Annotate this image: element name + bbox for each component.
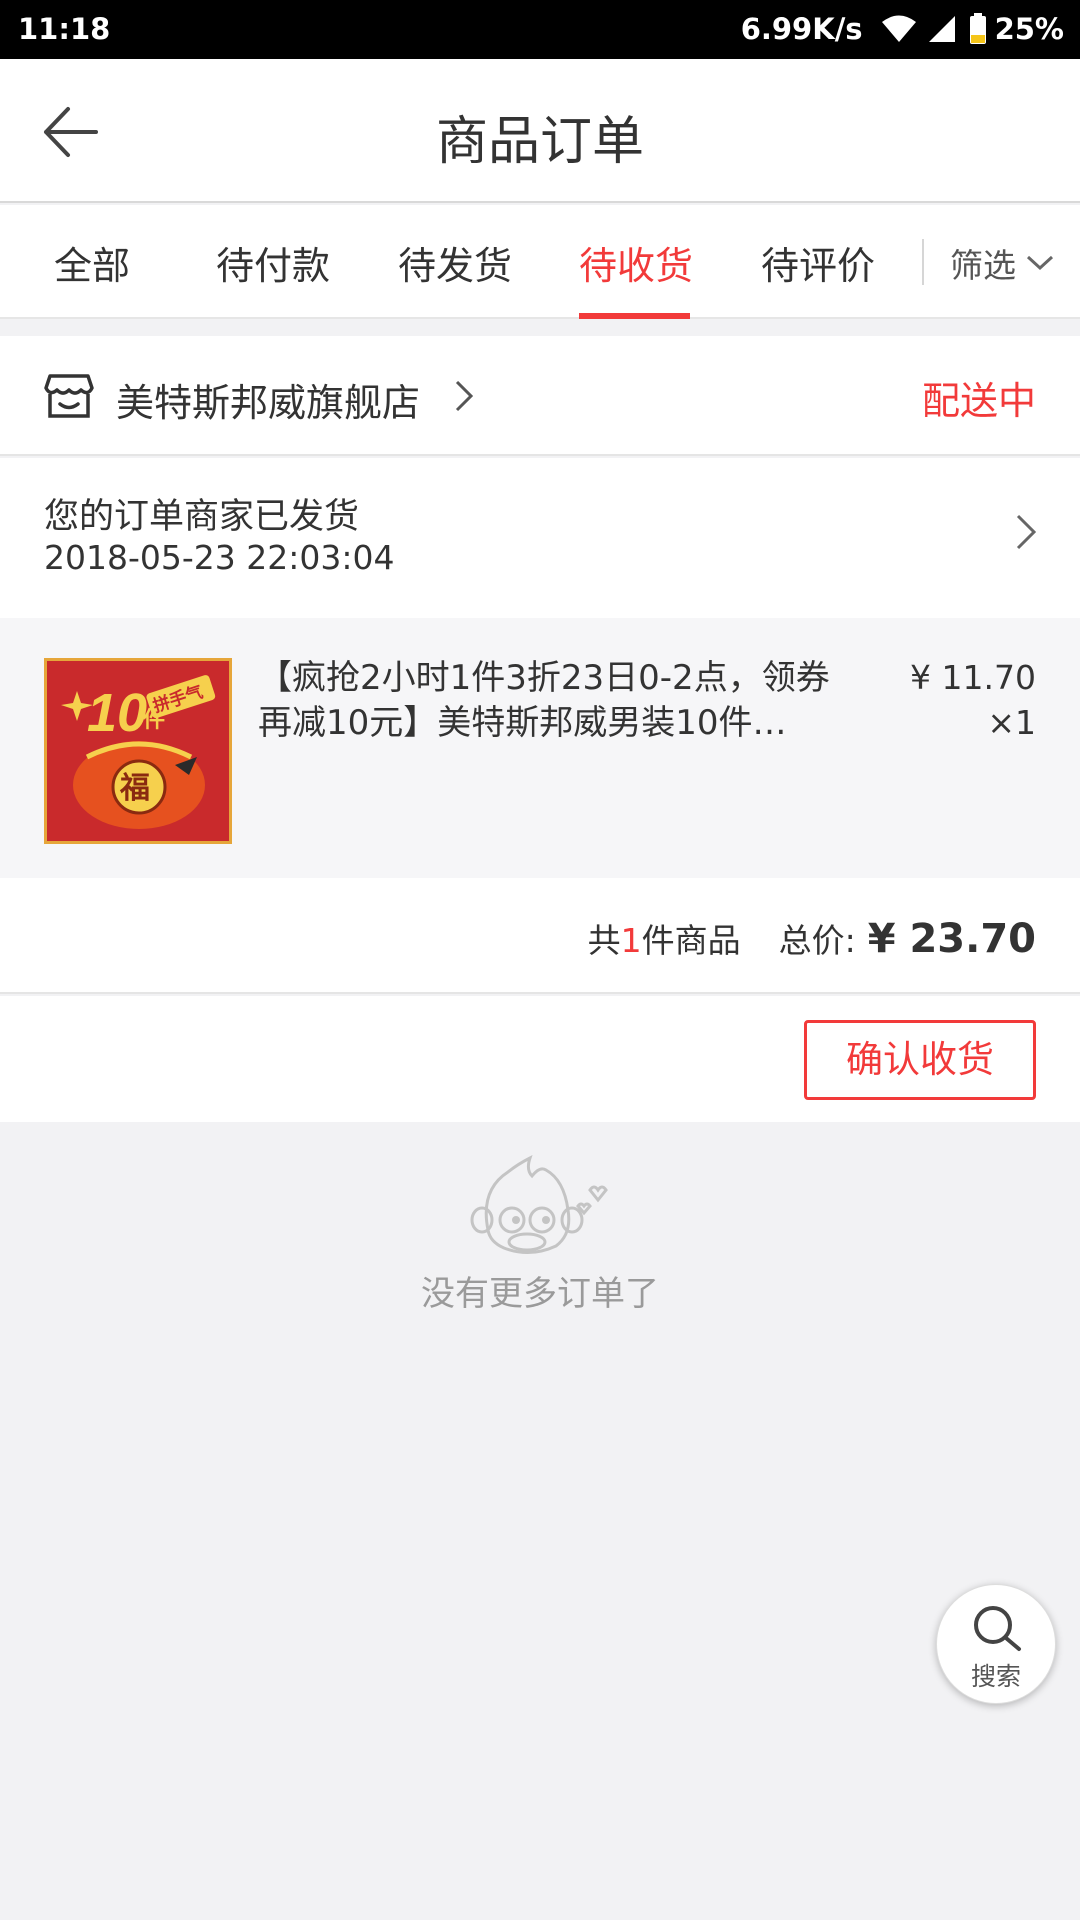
status-bar: 11:18 6.99K/s 25% <box>0 0 1080 59</box>
filter-button[interactable]: 筛选 <box>950 239 1054 287</box>
order-item[interactable]: 10 件 拼手气 福 【疯抢2小时1件3折23日0-2点，领券再减10元】美特斯… <box>0 618 1080 878</box>
item-count-prefix: 共 <box>587 921 621 960</box>
search-fab[interactable]: 搜索 <box>936 1584 1056 1704</box>
confirm-receipt-button[interactable]: 确认收货 <box>804 1020 1036 1100</box>
active-tab-indicator <box>579 313 690 319</box>
network-speed: 6.99K/s <box>740 12 863 46</box>
order-total-row: 共 1 件商品 总价: ¥ 23.70 <box>0 878 1080 994</box>
product-thumbnail: 10 件 拼手气 福 <box>44 658 232 844</box>
chevron-right-icon <box>1016 514 1036 550</box>
page-title: 商品订单 <box>435 112 644 172</box>
shipping-info-row[interactable]: 您的订单商家已发货 2018-05-23 22:03:04 <box>0 458 1080 618</box>
total-amount: ¥ 23.70 <box>867 916 1036 962</box>
tab-pending-receipt[interactable]: 待收货 <box>579 235 693 290</box>
search-fab-label: 搜索 <box>970 1662 1021 1691</box>
order-actions: 确认收货 <box>0 996 1080 1122</box>
item-count-suffix: 件商品 <box>641 921 741 960</box>
tab-pending-review[interactable]: 待评价 <box>761 235 875 290</box>
chevron-down-icon <box>1026 255 1054 271</box>
mascot-icon <box>470 1155 608 1254</box>
search-icon <box>974 1606 1021 1651</box>
tab-divider <box>922 239 924 285</box>
filter-label: 筛选 <box>950 246 1016 285</box>
shipping-time: 2018-05-23 22:03:04 <box>44 538 395 577</box>
tab-pending-shipment[interactable]: 待发货 <box>398 235 512 290</box>
wifi-icon <box>881 15 916 42</box>
product-quantity: ×1 <box>987 703 1036 742</box>
thumb-number: 10 <box>87 683 147 743</box>
store-icon <box>44 374 94 418</box>
total-label: 总价: <box>778 921 856 960</box>
chevron-right-icon <box>455 380 473 412</box>
product-title[interactable]: 【疯抢2小时1件3折23日0-2点，领券再减10元】美特斯邦威男装10件… <box>258 656 858 746</box>
status-right: 6.99K/s 25% <box>741 12 1064 46</box>
tab-all[interactable]: 全部 <box>54 235 130 290</box>
status-time: 11:18 <box>18 12 111 46</box>
item-count: 1 <box>620 921 642 960</box>
order-total-line: 共 1 件商品 总价: ¥ 23.70 <box>588 914 1036 962</box>
shop-row[interactable]: 美特斯邦威旗舰店 配送中 <box>0 336 1080 456</box>
shop-name[interactable]: 美特斯邦威旗舰店 <box>116 372 420 427</box>
cell-signal-icon <box>928 16 955 42</box>
no-more-orders-text: 没有更多订单了 <box>421 1274 659 1314</box>
product-price: ¥ 11.70 <box>910 658 1036 697</box>
thumb-fu: 福 <box>119 771 150 806</box>
battery-icon <box>969 13 986 44</box>
battery-level: 25% <box>994 12 1064 46</box>
app-header: 商品订单 <box>0 59 1080 203</box>
shipping-message: 您的订单商家已发货 <box>44 497 360 537</box>
tab-pending-payment[interactable]: 待付款 <box>216 235 330 290</box>
order-status: 配送中 <box>921 379 1036 423</box>
order-tabs: 全部 待付款 待发货 待收货 待评价 筛选 <box>0 205 1080 319</box>
